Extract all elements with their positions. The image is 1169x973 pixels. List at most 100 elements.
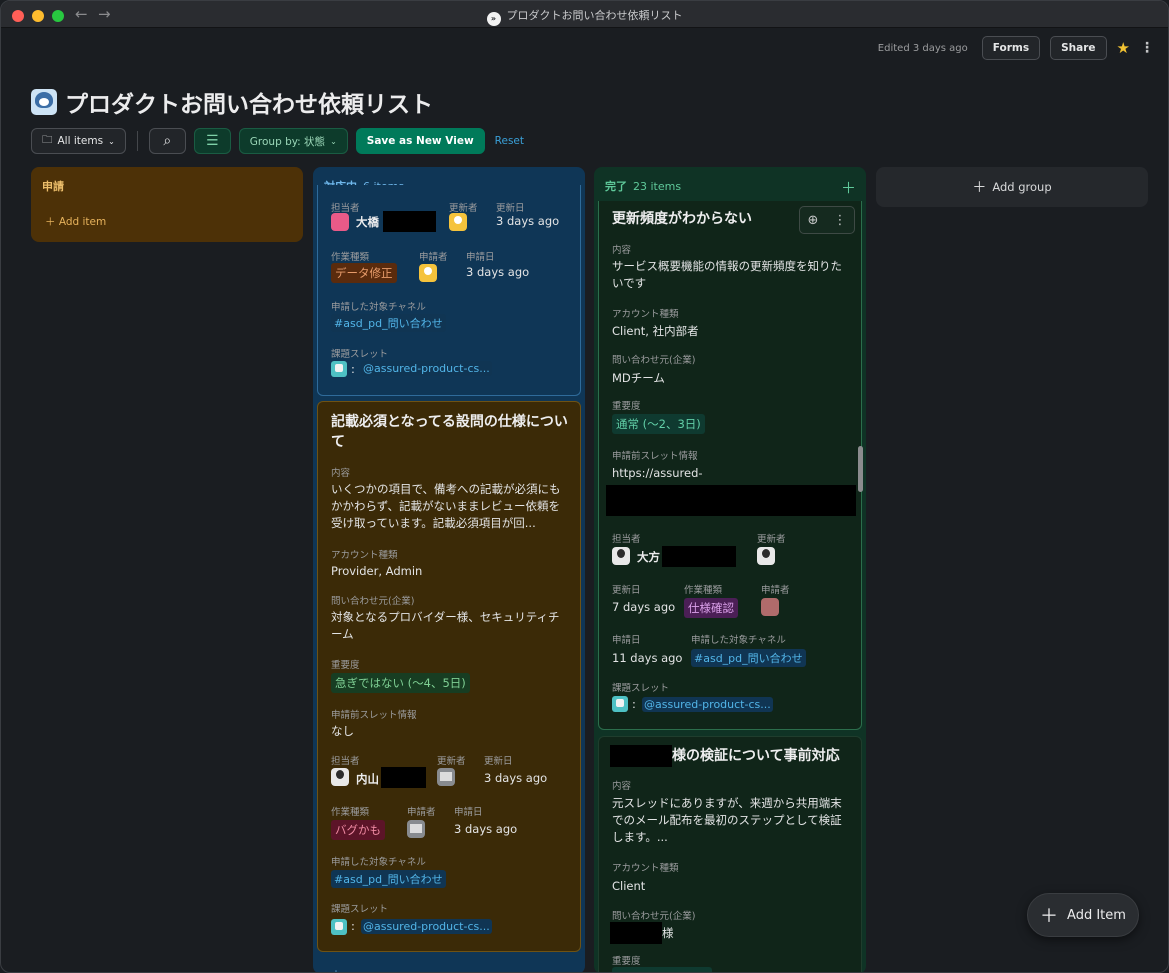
more-options-icon[interactable]: ⋮ (833, 213, 846, 228)
forms-button[interactable]: Forms (981, 36, 1041, 60)
all-items-dropdown[interactable]: 🗀 All items ⌄ (31, 128, 126, 154)
content-text: いくつかの項目で、備考への記載が必須にもかかわらず、記載がないままレビュー依頼を… (331, 482, 561, 530)
card-item[interactable]: 担当者 更新者 更新日 大橋 3 days ago 作業種類 申請者 申請日 デ… (317, 185, 581, 396)
redacted-block (610, 745, 672, 767)
field-label: 更新者 (437, 756, 466, 767)
updated-date: 3 days ago (484, 771, 548, 785)
sliders-icon: ☰ (205, 133, 219, 149)
star-icon[interactable]: ★ (1117, 39, 1130, 57)
slack-icon (331, 919, 347, 935)
field-label: 問い合わせ元(企業) (612, 911, 696, 922)
field-label: 課題スレット (331, 349, 389, 360)
avatar[interactable] (449, 213, 467, 231)
column-title: 完了 (605, 180, 627, 193)
field-label: 重要度 (612, 401, 641, 412)
column-taiou: 対応中 6 items 担当者 更新者 更新日 大橋 3 days ago 作業… (313, 167, 585, 972)
priority-tag: 通常 (～2、3日) (612, 414, 705, 434)
colon-separator: : (351, 362, 355, 376)
page-header: プロダクトお問い合わせ依頼リスト (31, 85, 433, 119)
work-type-tag: データ修正 (331, 263, 397, 283)
field-label: 担当者 (612, 534, 641, 545)
avatar[interactable] (419, 264, 437, 282)
redacted-block (662, 546, 736, 567)
mention-text: @assured-product-cs... (361, 361, 492, 376)
avatar[interactable] (437, 768, 455, 786)
request-date: 3 days ago (454, 822, 518, 836)
field-label: 更新日 (496, 203, 525, 214)
search-button[interactable]: ⌕ (148, 128, 186, 154)
field-label: 更新日 (484, 756, 513, 767)
add-item-fab[interactable]: ＋ Add Item (1027, 893, 1139, 937)
field-label: 申請日 (454, 807, 483, 818)
share-button[interactable]: Share (1050, 36, 1107, 60)
chevron-down-icon: ⌄ (108, 136, 115, 146)
content-text: サービス概要機能の情報の更新頻度を知りたいです (612, 259, 842, 290)
field-label: 申請日 (612, 635, 641, 646)
title-bar: ← → » プロダクトお問い合わせ依頼リスト (1, 1, 1168, 28)
redacted-block (381, 767, 426, 788)
channel-link[interactable]: #asd_pd_問い合わせ (331, 870, 446, 888)
window-title-text: プロダクトお問い合わせ依頼リスト (506, 9, 683, 22)
slack-icon (331, 361, 347, 377)
field-label: 申請した対象チャネル (331, 857, 426, 868)
thread-mention[interactable]: @assured-product-cs... (361, 919, 492, 934)
avatar[interactable] (331, 213, 349, 231)
thread-mention[interactable]: @assured-product-cs... (642, 697, 773, 712)
page-title: プロダクトお問い合わせ依頼リスト (65, 92, 433, 118)
card-title: 更新頻度がわからない (612, 211, 752, 227)
chevron-down-icon: ⌄ (330, 136, 337, 146)
avatar[interactable] (757, 547, 775, 565)
avatar[interactable] (331, 768, 349, 786)
folder-icon: 🗀 (42, 134, 53, 146)
more-options-icon[interactable]: ⋮ (1140, 40, 1154, 56)
group-by-label: Group by: 状態 (249, 135, 326, 148)
add-item-partial[interactable]: ＋ ··· (331, 966, 354, 972)
app-logo-icon: » (486, 12, 501, 26)
field-label: 問い合わせ元(企業) (331, 596, 415, 607)
field-label: 更新者 (449, 203, 478, 214)
field-label: 申請した対象チャネル (691, 635, 786, 646)
work-type-tag: 仕様確認 (684, 598, 738, 618)
card-item[interactable]: 様の検証について事前対応 内容 元スレッドにありますが、来週から共用端末でのメー… (598, 736, 862, 972)
channel-link[interactable]: #asd_pd_問い合わせ (331, 314, 446, 332)
field-label: 課題スレット (612, 683, 670, 694)
add-card-plus-icon[interactable]: ＋ (841, 177, 856, 198)
mention-text: @assured-product-cs... (642, 697, 773, 712)
column-scrollbar[interactable] (858, 446, 863, 492)
reset-link[interactable]: Reset (495, 135, 524, 147)
mention-text: @assured-product-cs... (361, 919, 492, 934)
field-label: 更新者 (757, 534, 786, 545)
field-label: 担当者 (331, 756, 360, 767)
save-as-new-view-button[interactable]: Save as New View (355, 128, 485, 154)
field-label: 課題スレット (331, 904, 389, 915)
column-header: 完了 23 items (594, 167, 866, 205)
add-group-button[interactable]: ＋ Add group (876, 167, 1148, 207)
group-by-dropdown[interactable]: Group by: 状態 ⌄ (238, 128, 348, 154)
avatar[interactable] (761, 598, 779, 616)
channel-link[interactable]: #asd_pd_問い合わせ (691, 649, 806, 667)
column-count: 23 items (633, 179, 682, 193)
updated-date: 3 days ago (496, 214, 560, 228)
card-actions: ⊕ ⋮ (799, 206, 855, 234)
field-label: 内容 (612, 781, 632, 792)
window-title: » プロダクトお問い合わせ依頼リスト (1, 7, 1168, 26)
field-label: 問い合わせ元(企業) (612, 355, 696, 366)
search-icon: ⌕ (163, 133, 172, 149)
column-shinsei: 申請 ＋ Add item (31, 167, 303, 242)
filter-button[interactable]: ☰ (193, 128, 231, 154)
all-items-label: All items (57, 135, 104, 147)
card-item[interactable]: 更新頻度がわからない ⊕ ⋮ 内容 サービス概要機能の情報の更新頻度を知りたいで… (598, 201, 862, 730)
card-item[interactable]: 記載必須となってる設問の仕様について 内容 いくつかの項目で、備考への記載が必須… (317, 401, 581, 952)
field-label: 担当者 (331, 203, 360, 214)
open-detail-icon[interactable]: ⊕ (808, 213, 819, 228)
avatar[interactable] (612, 547, 630, 565)
field-label: 内容 (612, 245, 632, 256)
add-item-label: Add item (58, 216, 107, 228)
column-kanryo: 完了 23 items ＋ 更新頻度がわからない ⊕ ⋮ 内容 サービス概要機能… (594, 167, 866, 972)
toolbar-divider (136, 131, 138, 151)
list-avatar-icon[interactable] (31, 89, 57, 115)
avatar[interactable] (407, 820, 425, 838)
thread-mention[interactable]: @assured-product-cs... (361, 361, 492, 376)
add-item-button[interactable]: ＋ Add item (45, 214, 106, 229)
colon-separator: : (351, 919, 355, 933)
